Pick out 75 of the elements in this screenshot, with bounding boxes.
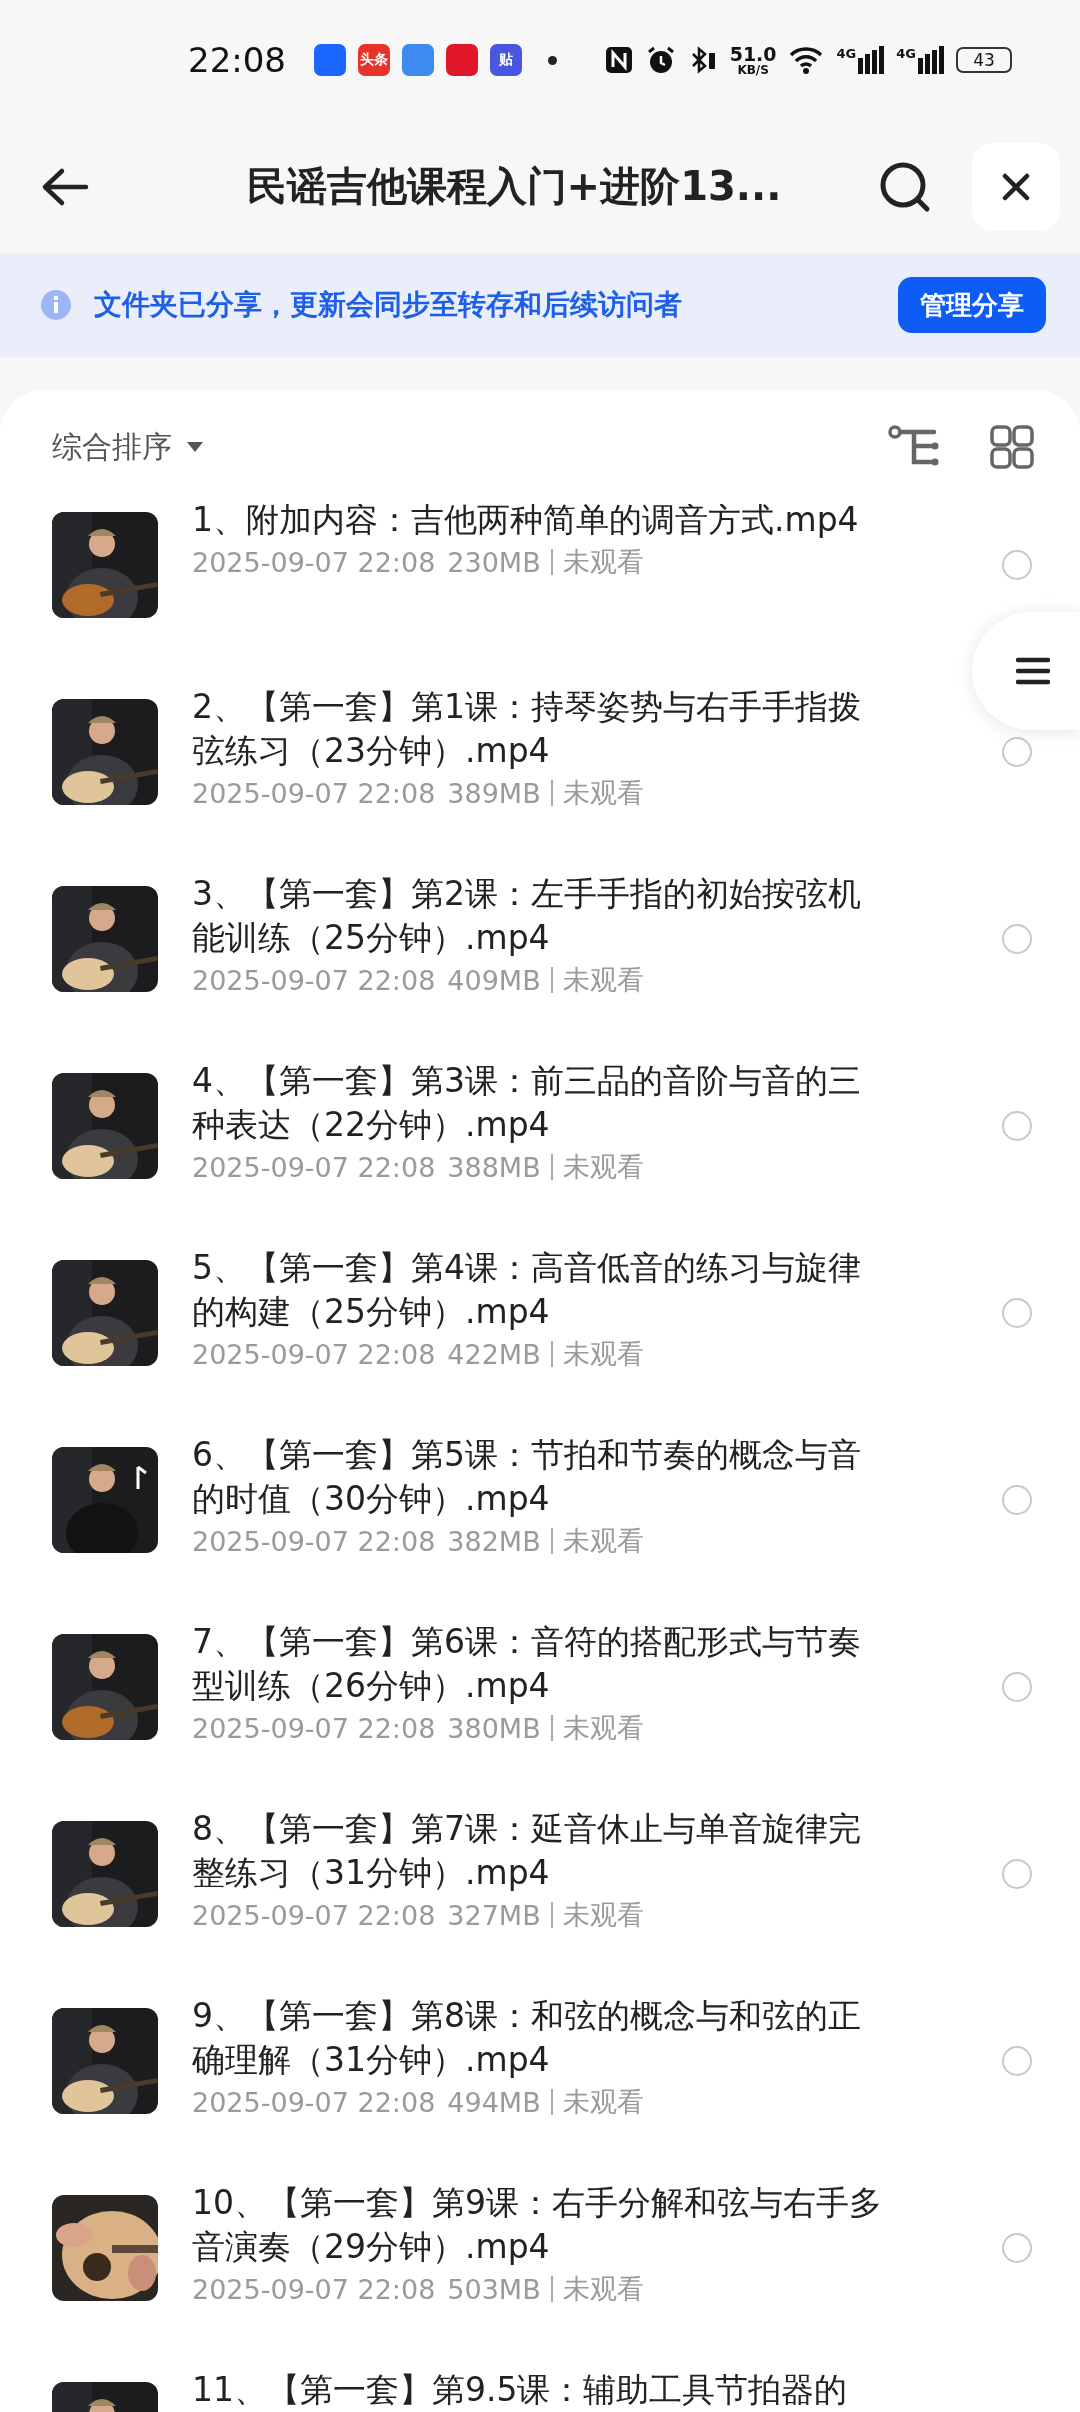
nfc-icon [603,45,634,75]
file-date: 2025-09-07 22:08 [192,1899,436,1931]
close-button[interactable] [972,142,1060,231]
file-date: 2025-09-07 22:08 [192,1151,436,1183]
select-checkbox[interactable] [1002,1485,1032,1515]
select-checkbox[interactable] [1002,2046,1032,2076]
grid-view-button[interactable] [990,425,1034,469]
file-name[interactable]: 7、【第一套】第6课：音符的搭配形式与节奏型训练（26分钟）.mp4 [192,1620,882,1708]
file-name[interactable]: 5、【第一套】第4课：高音低音的练习与旋律的构建（25分钟）.mp4 [192,1246,882,1334]
battery-level: 43 [956,47,1012,73]
file-name[interactable]: 3、【第一套】第2课：左手手指的初始按弦机能训练（25分钟）.mp4 [192,872,882,960]
file-name[interactable]: 10、【第一套】第9课：右手分解和弦与右手多音演奏（29分钟）.mp4 [192,2181,882,2269]
page-title: 民谣吉他课程入门+进阶13... [245,162,783,211]
file-size: 230MB [447,546,541,578]
close-icon [1001,171,1031,202]
select-checkbox[interactable] [1002,737,1032,767]
wifi-icon [788,45,825,75]
file-name[interactable]: 8、【第一套】第7课：延音休止与单音旋律完整练习（31分钟）.mp4 [192,1807,882,1895]
file-name[interactable]: 2、【第一套】第1课：持琴姿势与右手手指拨弦练习（23分钟）.mp4 [192,685,882,773]
select-checkbox[interactable] [1002,550,1032,580]
network-speed: 51.0 [729,44,777,64]
file-size: 503MB [447,2273,541,2305]
select-checkbox[interactable] [1002,1859,1032,1889]
select-checkbox[interactable] [1002,1111,1032,1141]
network-type: 4G [896,46,916,61]
file-date: 2025-09-07 22:08 [192,1338,436,1370]
file-date: 2025-09-07 22:08 [192,777,436,809]
watch-status: 未观看 [562,963,644,997]
file-size: 389MB [447,777,541,809]
file-name[interactable]: 6、【第一套】第5课：节拍和节奏的概念与音的时值（30分钟）.mp4 [192,1433,882,1521]
network-type: 4G [836,46,857,61]
share-notice: 文件夹已分享，更新会同步至转存和后续访问者 [94,287,683,323]
manage-share-button[interactable]: 管理分享 [898,277,1046,333]
caret-icon [186,441,204,453]
file-size: 409MB [447,964,541,996]
file-name[interactable]: 9、【第一套】第8课：和弦的概念与和弦的正确理解（31分钟）.mp4 [192,1994,882,2082]
more-notifications-icon [548,55,557,65]
back-button[interactable] [40,166,90,207]
signal-icon [918,46,944,74]
watch-status: 未观看 [562,2085,644,2119]
file-size: 327MB [447,1899,541,1931]
file-date: 2025-09-07 22:08 [192,546,436,578]
watch-status: 未观看 [562,776,644,810]
watch-status: 未观看 [562,2272,644,2306]
status-time: 22:08 [188,40,286,80]
watch-status: 未观看 [562,1898,644,1932]
file-name[interactable]: 11、【第一套】第9.5课：辅助工具节拍器的 [192,2368,882,2412]
notification-icon: 头条 [358,44,390,76]
notification-icon: 贴 [490,44,522,76]
watch-status: 未观看 [562,1711,644,1745]
select-checkbox[interactable] [1002,2233,1032,2263]
watch-status: 未观看 [562,545,644,579]
file-size: 388MB [447,1151,541,1183]
alarm-icon [645,45,676,75]
signal-icon [858,46,885,74]
select-checkbox[interactable] [1002,1298,1032,1328]
file-size: 494MB [447,2086,541,2118]
file-date: 2025-09-07 22:08 [192,2273,436,2305]
info-icon [40,289,72,321]
file-size: 382MB [447,1525,541,1557]
file-date: 2025-09-07 22:08 [192,2086,436,2118]
network-speed-unit: KB/S [737,63,769,76]
select-checkbox[interactable] [1002,1672,1032,1702]
watch-status: 未观看 [562,1524,644,1558]
file-date: 2025-09-07 22:08 [192,1712,436,1744]
watch-status: 未观看 [562,1150,644,1184]
file-name[interactable]: 4、【第一套】第3课：前三品的音阶与音的三种表达（22分钟）.mp4 [192,1059,882,1147]
menu-icon [1016,657,1050,685]
watch-status: 未观看 [562,1337,644,1371]
select-checkbox[interactable] [1002,924,1032,954]
sort-dropdown[interactable]: 综合排序 [52,426,204,468]
file-date: 2025-09-07 22:08 [192,1525,436,1557]
file-date: 2025-09-07 22:08 [192,964,436,996]
file-size: 380MB [447,1712,541,1744]
file-size: 422MB [447,1338,541,1370]
